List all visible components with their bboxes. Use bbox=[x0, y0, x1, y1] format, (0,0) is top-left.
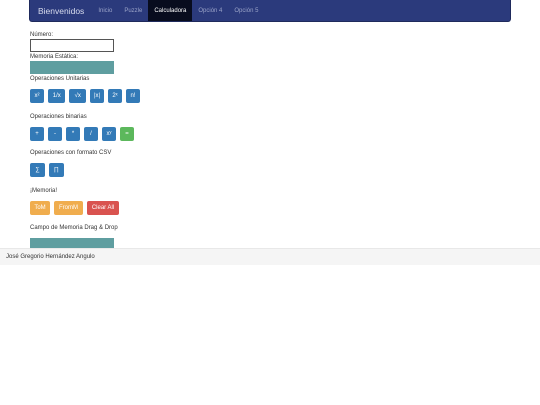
divide-button[interactable]: / bbox=[84, 127, 98, 141]
unarias-title: Operaciones Unitarias bbox=[30, 76, 90, 82]
clear-all-button[interactable]: Clear All bbox=[87, 201, 119, 215]
calculator-panel: Número: Memoria Estática: Operaciones Un… bbox=[30, 31, 140, 251]
nav-item-calculadora[interactable]: Calculadora bbox=[148, 0, 193, 21]
nav-item-inicio[interactable]: Inicio bbox=[92, 0, 118, 21]
numero-input[interactable] bbox=[30, 39, 114, 52]
sum-button[interactable]: ∑ bbox=[30, 163, 45, 177]
equals-button[interactable]: = bbox=[120, 127, 134, 141]
abs-button[interactable]: |x| bbox=[90, 89, 104, 103]
subtract-button[interactable]: - bbox=[48, 127, 62, 141]
navbar-brand[interactable]: Bienvenidos bbox=[30, 0, 92, 21]
numero-label: Número: bbox=[30, 32, 54, 38]
binarias-title: Operaciones binarias bbox=[30, 114, 87, 120]
power-button[interactable]: xʸ bbox=[102, 127, 116, 141]
factorial-button[interactable]: n! bbox=[126, 89, 140, 103]
nav-item-puzzle[interactable]: Puzzle bbox=[118, 0, 148, 21]
power-of-two-button[interactable]: 2ˣ bbox=[108, 89, 122, 103]
add-button[interactable]: + bbox=[30, 127, 44, 141]
product-button[interactable]: ∏ bbox=[49, 163, 64, 177]
reciprocal-button[interactable]: 1/x bbox=[48, 89, 66, 103]
unarias-button-row: x² 1/x √x |x| 2ˣ n! bbox=[30, 89, 140, 103]
multiply-button[interactable]: * bbox=[66, 127, 80, 141]
memoria-button-row: ToM FromM Clear All bbox=[30, 201, 140, 215]
memoria-title: ¡Memoria! bbox=[30, 188, 58, 194]
nav-item-opcion-5[interactable]: Opción 5 bbox=[228, 0, 264, 21]
top-navbar: Bienvenidos Inicio Puzzle Calculadora Op… bbox=[29, 0, 511, 22]
csv-button-row: ∑ ∏ bbox=[30, 163, 140, 177]
from-memory-button[interactable]: FromM bbox=[54, 201, 83, 215]
square-button[interactable]: x² bbox=[30, 89, 44, 103]
memoria-estatica-label: Memoria Estática: bbox=[30, 54, 79, 60]
memoria-estatica-field bbox=[30, 61, 114, 74]
footer-author: José Gregorio Hernández Angulo bbox=[6, 254, 95, 260]
nav-item-opcion-4[interactable]: Opción 4 bbox=[192, 0, 228, 21]
binarias-button-row: + - * / xʸ = bbox=[30, 127, 140, 141]
csv-title: Operaciones con formato CSV bbox=[30, 150, 112, 156]
page-footer: José Gregorio Hernández Angulo bbox=[0, 248, 540, 265]
sqrt-button[interactable]: √x bbox=[69, 89, 86, 103]
dragdrop-title: Campo de Memoria Drag & Drop bbox=[30, 225, 118, 231]
to-memory-button[interactable]: ToM bbox=[30, 201, 50, 215]
